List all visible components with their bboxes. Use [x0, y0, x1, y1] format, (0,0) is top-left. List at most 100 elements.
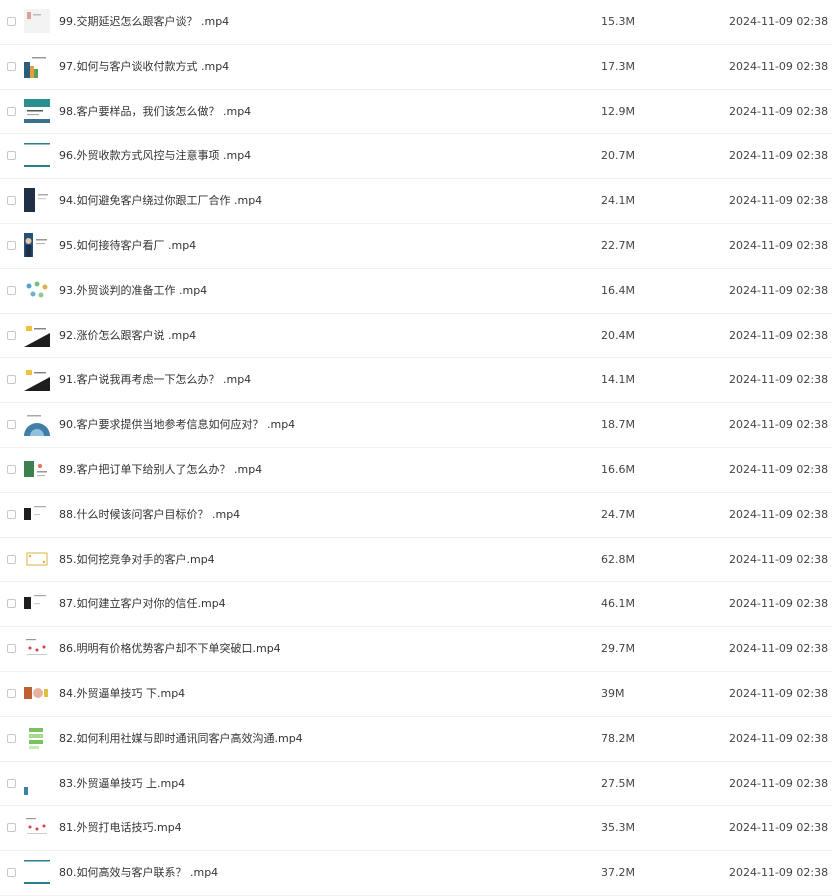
file-row[interactable]: 84.外贸逼单技巧 下.mp4 39M 2024-11-09 02:38 — [0, 672, 832, 717]
video-thumbnail[interactable] — [24, 143, 50, 168]
file-name[interactable]: 95.如何接待客户看厂 .mp4 — [59, 239, 196, 253]
row-checkbox[interactable] — [7, 509, 16, 519]
modified-date: 2024-11-09 02:38 — [729, 104, 829, 118]
file-name[interactable]: 97.如何与客户谈收付款方式 .mp4 — [59, 60, 229, 74]
file-size: 37.2M — [601, 866, 635, 880]
row-checkbox[interactable] — [7, 17, 16, 26]
video-thumbnail[interactable] — [24, 53, 50, 78]
video-thumbnail[interactable] — [24, 591, 50, 616]
row-checkbox[interactable] — [7, 599, 16, 609]
file-name[interactable]: 85.如何挖竞争对手的客户.mp4 — [59, 553, 215, 567]
row-checkbox[interactable] — [7, 106, 16, 116]
file-row[interactable]: 95.如何接待客户看厂 .mp4 22.7M 2024-11-09 02:38 — [0, 224, 832, 269]
thumbnail-image — [24, 98, 50, 123]
thumbnail-image — [24, 457, 50, 481]
video-thumbnail[interactable] — [24, 770, 50, 795]
thumbnail-image — [24, 591, 50, 616]
video-thumbnail[interactable] — [24, 501, 50, 526]
file-name[interactable]: 86.明明有价格优势客户却不下单突破口.mp4 — [59, 642, 281, 656]
row-checkbox[interactable] — [7, 823, 16, 833]
thumbnail-image — [24, 277, 50, 302]
file-row[interactable]: 97.如何与客户谈收付款方式 .mp4 17.3M 2024-11-09 02:… — [0, 45, 832, 90]
row-checkbox[interactable] — [7, 868, 16, 878]
row-checkbox[interactable] — [7, 330, 16, 340]
file-size: 62.8M — [601, 552, 635, 566]
file-row[interactable]: 91.客户说我再考虑一下怎么办？ .mp4 14.1M 2024-11-09 0… — [0, 358, 832, 404]
modified-date: 2024-11-09 02:38 — [729, 149, 829, 163]
file-name[interactable]: 90.客户要求提供当地参考信息如何应对？ .mp4 — [59, 418, 295, 432]
row-checkbox[interactable] — [7, 375, 16, 385]
row-checkbox[interactable] — [7, 644, 16, 654]
file-row[interactable]: 99.交期延迟怎么跟客户谈？ .mp4 15.3M 2024-11-09 02:… — [0, 0, 832, 45]
file-name[interactable]: 99.交期延迟怎么跟客户谈？ .mp4 — [59, 15, 229, 29]
file-row[interactable]: 88.什么时候该问客户目标价？ .mp4 24.7M 2024-11-09 02… — [0, 493, 832, 538]
video-thumbnail[interactable] — [24, 546, 50, 571]
thumbnail-image — [24, 860, 50, 885]
modified-date: 2024-11-09 02:38 — [729, 463, 829, 476]
file-row[interactable]: 89.客户把订单下给别人了怎么办？ .mp4 16.6M 2024-11-09 … — [0, 448, 832, 493]
file-name[interactable]: 87.如何建立客户对你的信任.mp4 — [59, 597, 226, 611]
modified-date: 2024-11-09 02:38 — [729, 328, 829, 342]
file-size: 14.1M — [601, 373, 635, 387]
video-thumbnail[interactable] — [24, 636, 50, 661]
file-name[interactable]: 80.如何高效与客户联系？ .mp4 — [59, 866, 218, 880]
file-name[interactable]: 83.外贸逼单技巧 上.mp4 — [59, 777, 185, 791]
video-thumbnail[interactable] — [24, 412, 50, 437]
file-row[interactable]: 83.外贸逼单技巧 上.mp4 27.5M 2024-11-09 02:38 — [0, 762, 832, 807]
row-checkbox[interactable] — [7, 733, 16, 743]
file-size: 27.5M — [601, 776, 635, 790]
file-row[interactable]: 96.外贸收款方式风控与注意事项 .mp4 20.7M 2024-11-09 0… — [0, 134, 832, 180]
video-thumbnail[interactable] — [24, 681, 50, 705]
video-thumbnail[interactable] — [24, 98, 50, 123]
file-name[interactable]: 96.外贸收款方式风控与注意事项 .mp4 — [59, 149, 251, 163]
video-thumbnail[interactable] — [24, 9, 50, 33]
video-thumbnail[interactable] — [24, 322, 50, 347]
file-row[interactable]: 85.如何挖竞争对手的客户.mp4 62.8M 2024-11-09 02:38 — [0, 538, 832, 583]
row-checkbox[interactable] — [7, 285, 16, 295]
modified-date: 2024-11-09 02:38 — [729, 552, 829, 566]
file-name[interactable]: 92.涨价怎么跟客户说 .mp4 — [59, 329, 196, 343]
row-checkbox[interactable] — [7, 689, 16, 698]
file-row[interactable]: 90.客户要求提供当地参考信息如何应对？ .mp4 18.7M 2024-11-… — [0, 403, 832, 448]
file-row[interactable]: 94.如何避免客户绕过你跟工厂合作 .mp4 24.1M 2024-11-09 … — [0, 179, 832, 224]
video-thumbnail[interactable] — [24, 457, 50, 481]
video-thumbnail[interactable] — [24, 860, 50, 885]
video-thumbnail[interactable] — [24, 188, 50, 213]
file-name[interactable]: 81.外贸打电话技巧.mp4 — [59, 821, 182, 835]
file-row[interactable]: 87.如何建立客户对你的信任.mp4 46.1M 2024-11-09 02:3… — [0, 582, 832, 628]
file-row[interactable]: 81.外贸打电话技巧.mp4 35.3M 2024-11-09 02:38 — [0, 806, 832, 852]
row-checkbox[interactable] — [7, 241, 16, 250]
row-checkbox[interactable] — [7, 465, 16, 474]
modified-date: 2024-11-09 02:38 — [729, 776, 829, 790]
row-checkbox[interactable] — [7, 151, 16, 161]
file-row[interactable]: 98.客户要样品，我们该怎么做？ .mp4 12.9M 2024-11-09 0… — [0, 90, 832, 135]
thumbnail-image — [24, 770, 50, 795]
row-checkbox[interactable] — [7, 554, 16, 564]
file-row[interactable]: 86.明明有价格优势客户却不下单突破口.mp4 29.7M 2024-11-09… — [0, 627, 832, 672]
file-row[interactable]: 80.如何高效与客户联系？ .mp4 37.2M 2024-11-09 02:3… — [0, 851, 832, 896]
row-checkbox[interactable] — [7, 778, 16, 788]
video-thumbnail[interactable] — [24, 233, 50, 257]
file-name[interactable]: 88.什么时候该问客户目标价？ .mp4 — [59, 508, 240, 522]
video-thumbnail[interactable] — [24, 725, 50, 750]
file-name[interactable]: 84.外贸逼单技巧 下.mp4 — [59, 687, 185, 701]
video-thumbnail[interactable] — [24, 367, 50, 392]
row-checkbox[interactable] — [7, 420, 16, 430]
file-size: 29.7M — [601, 642, 635, 656]
video-thumbnail[interactable] — [24, 815, 50, 840]
modified-date: 2024-11-09 02:38 — [729, 821, 829, 835]
file-row[interactable]: 82.如何利用社媒与即时通讯同客户高效沟通.mp4 78.2M 2024-11-… — [0, 717, 832, 762]
thumbnail-image — [24, 725, 50, 750]
file-name[interactable]: 89.客户把订单下给别人了怎么办？ .mp4 — [59, 463, 262, 477]
file-name[interactable]: 91.客户说我再考虑一下怎么办？ .mp4 — [59, 373, 251, 387]
file-name[interactable]: 94.如何避免客户绕过你跟工厂合作 .mp4 — [59, 194, 262, 208]
file-row[interactable]: 92.涨价怎么跟客户说 .mp4 20.4M 2024-11-09 02:38 — [0, 314, 832, 359]
file-row[interactable]: 93.外贸谈判的准备工作 .mp4 16.4M 2024-11-09 02:38 — [0, 269, 832, 314]
file-name[interactable]: 98.客户要样品，我们该怎么做？ .mp4 — [59, 105, 251, 119]
thumbnail-image — [24, 412, 50, 437]
file-name[interactable]: 82.如何利用社媒与即时通讯同客户高效沟通.mp4 — [59, 732, 303, 746]
video-thumbnail[interactable] — [24, 277, 50, 302]
row-checkbox[interactable] — [7, 196, 16, 206]
file-name[interactable]: 93.外贸谈判的准备工作 .mp4 — [59, 284, 207, 298]
row-checkbox[interactable] — [7, 61, 16, 71]
